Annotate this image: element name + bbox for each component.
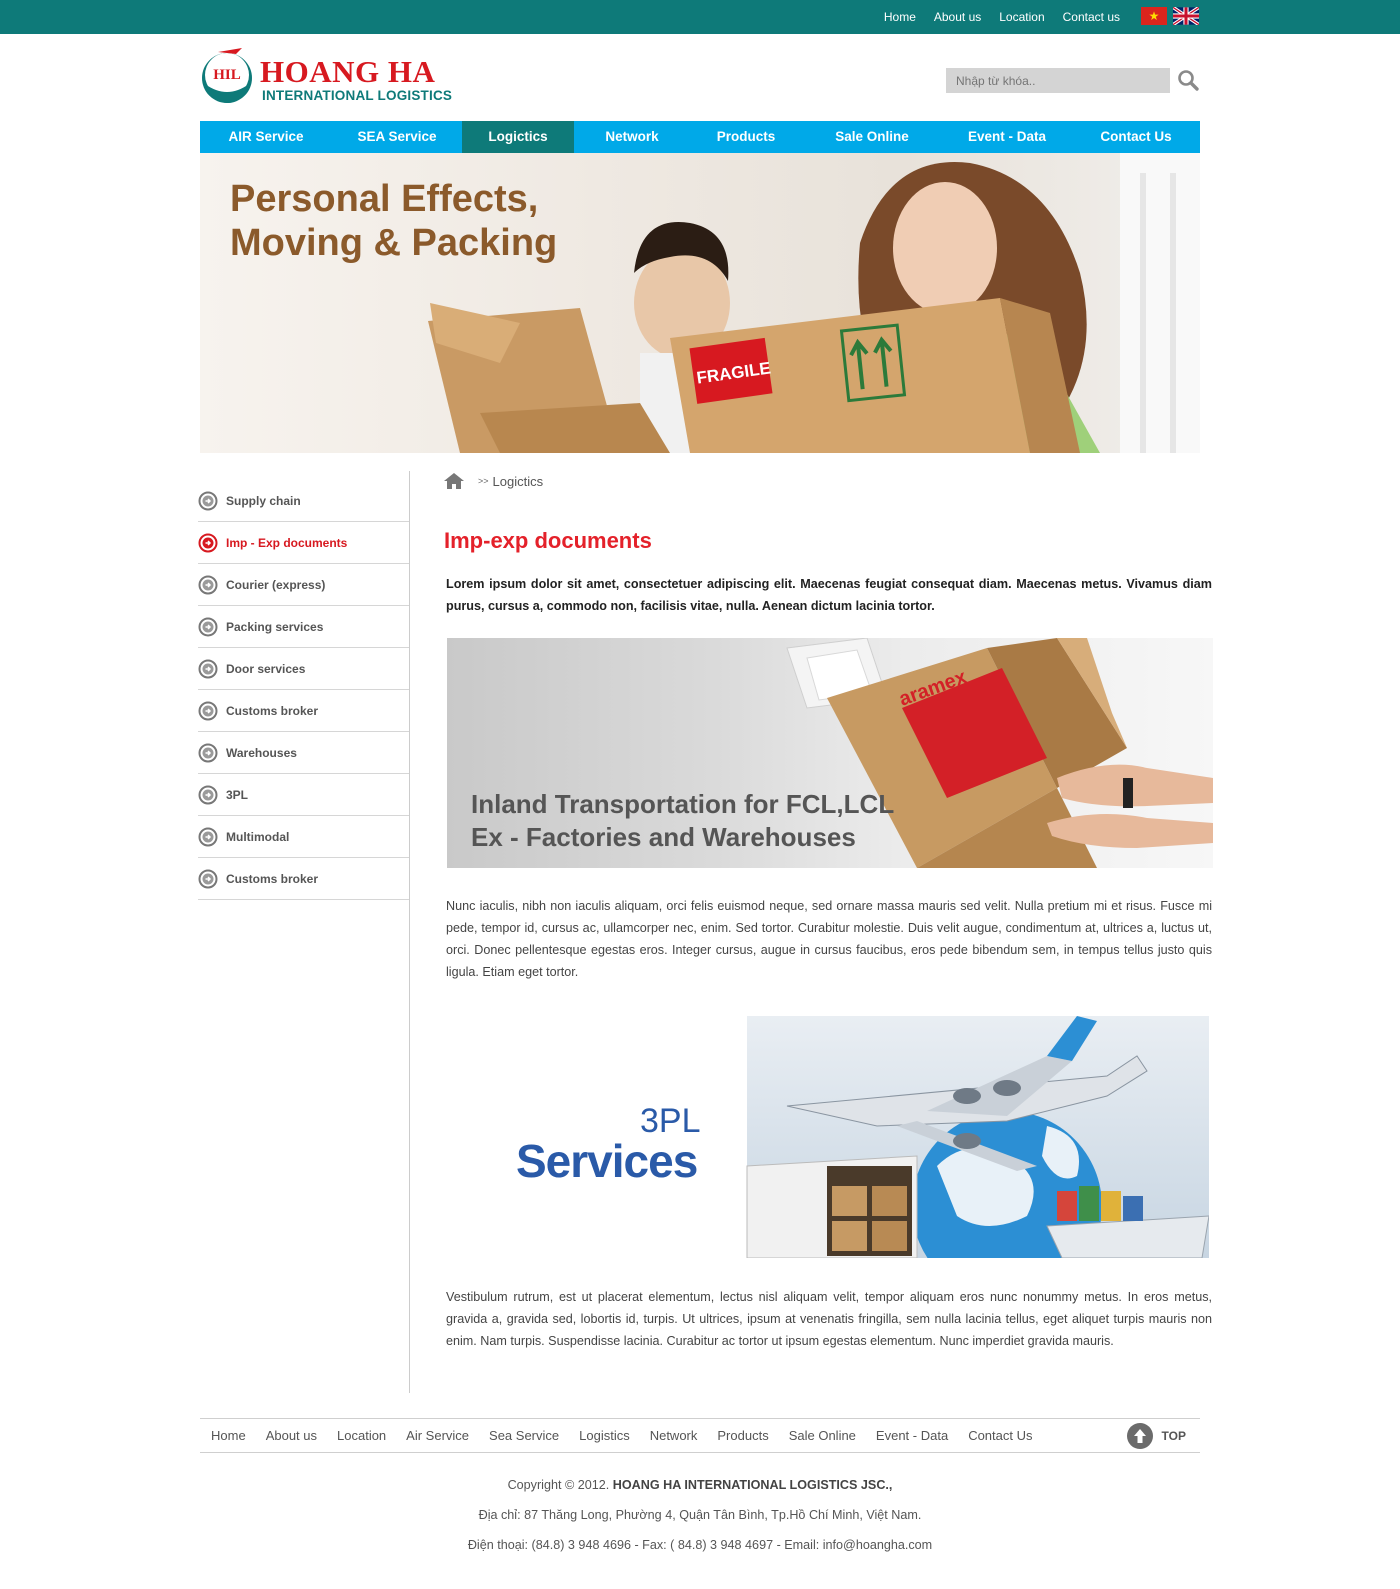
footer-link-network[interactable]: Network [650,1428,698,1443]
search-input[interactable] [946,68,1170,93]
hero-title-line1: Personal Effects, [230,178,539,220]
sidebar-item-supply-chain[interactable]: Supply chain [198,480,410,522]
nav-air-service[interactable]: AIR Service [200,121,332,153]
sidebar-item-multimodal[interactable]: Multimodal [198,816,410,858]
sidebar-item-label: Door services [226,661,306,676]
footer-link-sea-service[interactable]: Sea Service [489,1428,559,1443]
sidebar-item-customs-broker-2[interactable]: Customs broker [198,858,410,900]
sidebar-item-label: Courier (express) [226,577,326,592]
company-contact: Điện thoại: (84.8) 3 948 4696 - Fax: ( 8… [467,1538,933,1552]
footer-link-about[interactable]: About us [266,1428,317,1443]
footer-links: Home About us Location Air Service Sea S… [211,1428,1033,1443]
breadcrumb: >> Logictics [444,473,543,489]
services-label: Services [516,1135,698,1187]
footer-link-contact[interactable]: Contact Us [968,1428,1032,1443]
hero-title-line2: Moving & Packing [230,222,558,264]
sidebar-item-packing-services[interactable]: Packing services [198,606,410,648]
caption-line1: Inland Transportation for FCL,LCL [471,789,895,819]
inland-transport-caption: Inland Transportation for FCL,LCL Ex - F… [471,788,894,854]
logo-mark-icon: HIL [202,48,252,104]
arrow-up-icon [1126,1423,1153,1449]
arrow-circle-icon [198,575,218,594]
nav-logictics[interactable]: Logictics [462,121,574,153]
sidebar-item-label: Supply chain [226,493,301,508]
arrow-circle-icon [198,701,218,720]
arrow-circle-icon [198,869,218,888]
sidebar-item-label: Customs broker [226,871,319,886]
arrow-circle-icon [198,491,218,510]
arrow-circle-icon [198,785,218,804]
arrow-circle-icon [198,659,218,678]
arrow-circle-icon [198,827,218,846]
nav-contact-us[interactable]: Contact Us [1072,121,1200,153]
copyright: Copyright © 2012. HOANG HA INTERNATIONAL… [0,1478,1400,1492]
nav-network[interactable]: Network [574,121,690,153]
logo-subtitle: INTERNATIONAL LOGISTICS [262,88,453,103]
nav-sea-service[interactable]: SEA Service [332,121,462,153]
logo-mark-text: HIL [213,67,241,83]
sidebar-item-label: 3PL [226,787,249,802]
page-title: Imp-exp documents [444,528,652,553]
top-bar: Home About us Location Contact us ★ [0,0,1400,34]
top-link-home[interactable]: Home [884,10,916,24]
arrow-circle-icon [198,617,218,636]
top-links: Home About us Location Contact us [884,10,1120,24]
sidebar-item-label: Packing services [226,619,324,634]
body-paragraph-1: Nunc iaculis, nibh non iaculis aliquam, … [446,899,1212,979]
nav-event-data[interactable]: Event - Data [942,121,1072,153]
main-nav: AIR Service SEA Service Logictics Networ… [200,121,1200,153]
logo-name: HOANG HA [260,54,436,89]
top-link-contact[interactable]: Contact us [1063,10,1120,24]
nav-sale-online[interactable]: Sale Online [802,121,942,153]
hero-banner: FRAGILE Personal Effects, Moving & Packi… [200,153,1200,453]
column-divider [409,471,410,1393]
hero-title: Personal Effects, Moving & Packing [230,177,557,265]
caption-line2: Ex - Factories and Warehouses [471,822,856,852]
footer-link-logistics[interactable]: Logistics [579,1428,630,1443]
company-address: Địa chỉ: 87 Thăng Long, Phường 4, Quận T… [478,1508,922,1522]
copyright-prefix: Copyright © 2012. [507,1478,610,1492]
uk-flag-icon[interactable] [1173,7,1199,25]
footer-link-home[interactable]: Home [211,1428,246,1443]
footer-link-air-service[interactable]: Air Service [406,1428,469,1443]
3pl-services-image: 3PL Services [447,1016,1209,1258]
company-name: HOANG HA INTERNATIONAL LOGISTICS JSC., [612,1478,893,1492]
top-link-about[interactable]: About us [934,10,981,24]
footer-link-products[interactable]: Products [717,1428,768,1443]
search-icon[interactable] [1176,68,1200,92]
top-link-location[interactable]: Location [999,10,1044,24]
sidebar-item-label: Imp - Exp documents [226,535,348,550]
sidebar-item-courier[interactable]: Courier (express) [198,564,410,606]
footer-link-location[interactable]: Location [337,1428,386,1443]
body-paragraph-2: Vestibulum rutrum, est ut placerat eleme… [446,1290,1212,1348]
vietnam-flag-icon[interactable]: ★ [1141,7,1167,25]
breadcrumb-current[interactable]: Logictics [493,474,544,489]
back-to-top-button[interactable]: TOP [1126,1422,1186,1450]
home-icon[interactable] [444,473,464,489]
footer-nav: Home About us Location Air Service Sea S… [200,1418,1200,1453]
sidebar-menu: Supply chain Imp - Exp documents Courier… [198,480,410,900]
arrow-circle-icon [198,743,218,762]
company-logo[interactable]: HIL HOANG HA INTERNATIONAL LOGISTICS [200,46,460,106]
sidebar-item-label: Customs broker [226,703,319,718]
sidebar-item-door-services[interactable]: Door services [198,648,410,690]
top-label: TOP [1161,1429,1186,1443]
sidebar-item-label: Multimodal [226,829,290,844]
sidebar-item-3pl[interactable]: 3PL [198,774,410,816]
sidebar-item-customs-broker[interactable]: Customs broker [198,690,410,732]
sidebar-item-label: Warehouses [226,745,297,760]
footer-link-sale-online[interactable]: Sale Online [789,1428,856,1443]
breadcrumb-separator: >> [478,476,489,486]
footer-link-event-data[interactable]: Event - Data [876,1428,948,1443]
nav-products[interactable]: Products [690,121,802,153]
inland-transport-image: aramex Inland Transportation for FCL,LCL… [447,638,1213,868]
sidebar-item-imp-exp-documents[interactable]: Imp - Exp documents [198,522,410,564]
sidebar-item-warehouses[interactable]: Warehouses [198,732,410,774]
intro-paragraph: Lorem ipsum dolor sit amet, consectetuer… [446,577,1212,613]
arrow-circle-icon [198,533,218,552]
